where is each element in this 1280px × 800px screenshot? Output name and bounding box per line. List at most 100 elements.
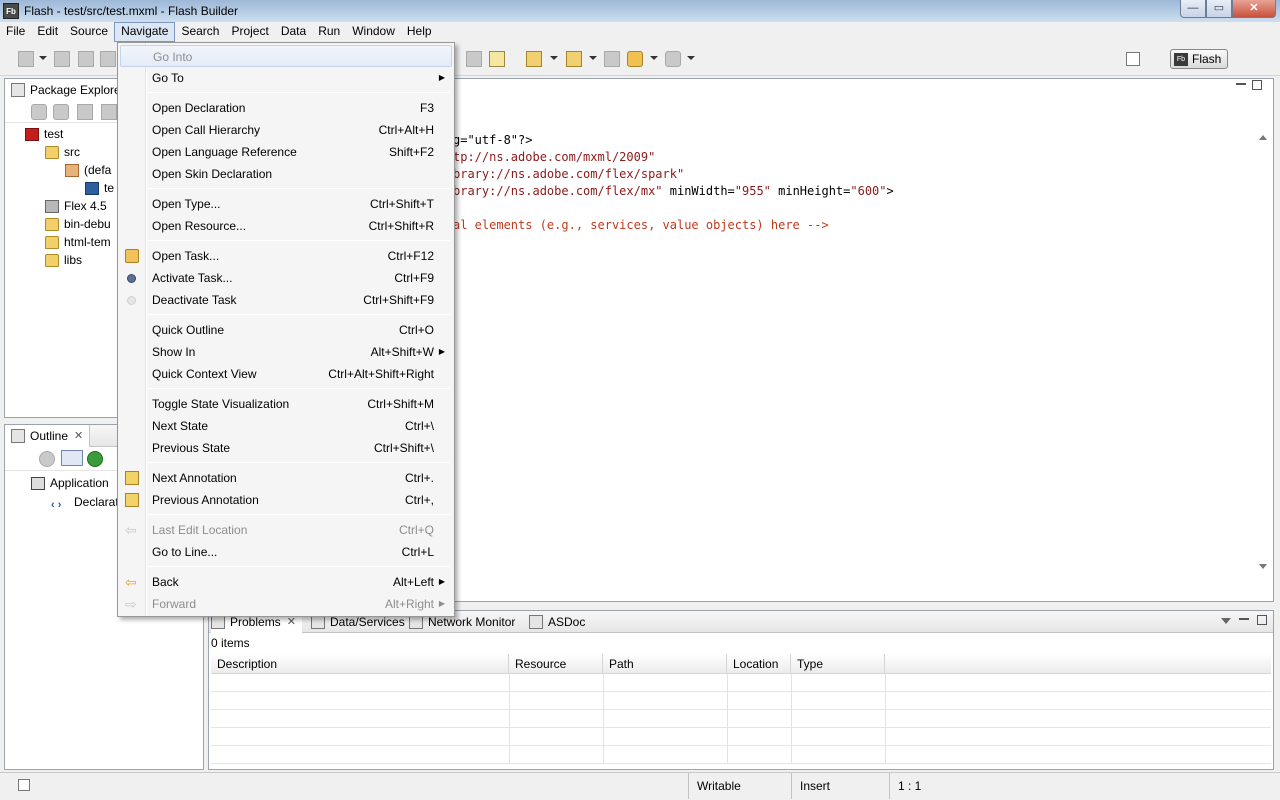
menu-item-open-declaration[interactable]: Open Declaration F3: [120, 97, 452, 119]
menu-item-previous-state[interactable]: Previous State Ctrl+Shift+\: [120, 437, 452, 459]
table-row: [211, 692, 1271, 710]
open-perspective-icon[interactable]: [1126, 52, 1140, 66]
menu-item-deactivate-task[interactable]: Deactivate Task Ctrl+Shift+F9: [120, 289, 452, 311]
menu-item-toggle-state-visualization[interactable]: Toggle State Visualization Ctrl+Shift+M: [120, 393, 452, 415]
tree-item-html-tem[interactable]: html-tem: [45, 233, 111, 251]
maximize-button[interactable]: ▭: [1206, 0, 1232, 18]
outline-tab[interactable]: Outline ✕: [5, 424, 91, 447]
column-resource[interactable]: Resource: [509, 654, 603, 674]
link-with-editor-icon[interactable]: [101, 104, 117, 120]
new-icon[interactable]: [18, 51, 34, 67]
menu-file[interactable]: File: [0, 22, 31, 42]
menu-separator: [148, 314, 450, 315]
menu-item-quick-context-view[interactable]: Quick Context View Ctrl+Alt+Shift+Right: [120, 363, 452, 385]
back-dropdown-icon[interactable]: [650, 56, 658, 60]
menu-help[interactable]: Help: [401, 22, 438, 42]
view-menu-icon[interactable]: [1221, 618, 1231, 624]
close-button[interactable]: ✕: [1232, 0, 1276, 18]
maximize-editor-icon[interactable]: [1252, 80, 1262, 90]
menu-item-next-annotation[interactable]: Next Annotation Ctrl+.: [120, 467, 452, 489]
collapse-all-icon[interactable]: [77, 104, 93, 120]
tree-item-te[interactable]: te: [85, 179, 114, 197]
menu-item-back[interactable]: ⇦ Back Alt+Left ▶: [120, 571, 452, 593]
scroll-down-icon[interactable]: [1259, 564, 1267, 569]
back-toolbar-icon[interactable]: [627, 51, 643, 67]
menu-item-go-to[interactable]: Go To ▶: [120, 67, 452, 89]
menu-item-open-resource[interactable]: Open Resource... Ctrl+Shift+R: [120, 215, 452, 237]
previous-annotation-dropdown-icon[interactable]: [589, 56, 597, 60]
mxml-file-icon: [85, 181, 99, 195]
minimize-button[interactable]: —: [1180, 0, 1206, 18]
menu-search[interactable]: Search: [175, 22, 225, 42]
next-annotation-toolbar-icon[interactable]: [526, 51, 542, 67]
previous-annotation-toolbar-icon[interactable]: [566, 51, 582, 67]
minimize-problems-icon[interactable]: [1239, 618, 1249, 620]
menu-edit[interactable]: Edit: [31, 22, 64, 42]
forward-toolbar-icon[interactable]: [665, 51, 681, 67]
menu-item-activate-task[interactable]: Activate Task... Ctrl+F9: [120, 267, 452, 289]
tree-item-libs[interactable]: libs: [45, 251, 82, 269]
tree-item-defa[interactable]: (defa: [65, 161, 111, 179]
outline-item-application[interactable]: Application: [31, 474, 109, 492]
tree-back-icon[interactable]: [31, 104, 47, 120]
forward-dropdown-icon[interactable]: [687, 56, 695, 60]
menu-navigate[interactable]: Navigate: [114, 22, 176, 42]
tree-item-bin-debu[interactable]: bin-debu: [45, 215, 111, 233]
minimize-editor-icon[interactable]: [1236, 83, 1246, 85]
save-icon[interactable]: [54, 51, 70, 67]
menu-data[interactable]: Data: [275, 22, 312, 42]
next-annotation-dropdown-icon[interactable]: [550, 56, 558, 60]
menu-run[interactable]: Run: [312, 22, 346, 42]
save-all-icon[interactable]: [78, 51, 94, 67]
menu-item-shortcut: Alt+Shift+W: [370, 345, 434, 359]
maximize-problems-icon[interactable]: [1257, 615, 1267, 625]
menu-source[interactable]: Source: [64, 22, 114, 42]
mark-occurrences-icon[interactable]: [489, 51, 505, 67]
code-token: "600": [850, 184, 887, 198]
refresh-outline-icon[interactable]: [87, 451, 103, 467]
scroll-up-icon[interactable]: [1259, 135, 1267, 140]
tree-item-test[interactable]: test: [25, 125, 63, 143]
tree-forward-icon[interactable]: [53, 104, 69, 120]
editor-vertical-scrollbar[interactable]: [1255, 131, 1271, 577]
flash-perspective-button[interactable]: Fb Flash: [1170, 49, 1228, 69]
new-dropdown-icon[interactable]: [39, 56, 47, 60]
show-tags-icon[interactable]: [61, 450, 83, 466]
menu-item-open-type[interactable]: Open Type... Ctrl+Shift+T: [120, 193, 452, 215]
column-path[interactable]: Path: [603, 654, 727, 674]
close-outline-icon[interactable]: ✕: [74, 429, 83, 442]
show-whitespace-icon[interactable]: [466, 51, 482, 67]
menu-item-open-skin-declaration[interactable]: Open Skin Declaration: [120, 163, 452, 185]
outline-item-declarat[interactable]: ‹ › Declarat: [51, 493, 119, 511]
menu-window[interactable]: Window: [346, 22, 401, 42]
menu-project[interactable]: Project: [225, 22, 274, 42]
package-icon: [65, 163, 79, 177]
menu-item-shortcut: Ctrl+Alt+Shift+Right: [328, 367, 434, 381]
tree-item-label: (defa: [84, 163, 112, 177]
menu-item-open-task[interactable]: Open Task... Ctrl+F12: [120, 245, 452, 267]
package-explorer-tab[interactable]: Package Explorer: [5, 78, 132, 101]
column-description[interactable]: Description: [211, 654, 509, 674]
menu-item-next-state[interactable]: Next State Ctrl+\: [120, 415, 452, 437]
tab-label: ASDoc: [548, 615, 586, 629]
outline-filter-icon[interactable]: [39, 451, 55, 467]
menu-item-quick-outline[interactable]: Quick Outline Ctrl+O: [120, 319, 452, 341]
tab-asdoc[interactable]: ASDoc: [529, 611, 585, 633]
print-icon[interactable]: [100, 51, 116, 67]
column-separator: [727, 746, 728, 764]
column-location[interactable]: Location: [727, 654, 791, 674]
menu-item-previous-annotation[interactable]: Previous Annotation Ctrl+,: [120, 489, 452, 511]
fast-view-icon[interactable]: [18, 779, 30, 791]
menu-item-show-in[interactable]: Show In Alt+Shift+W ▶: [120, 341, 452, 363]
menu-item-open-language-reference[interactable]: Open Language Reference Shift+F2: [120, 141, 452, 163]
menu-item-label: Toggle State Visualization: [152, 397, 290, 411]
tree-item-src[interactable]: src: [45, 143, 80, 161]
menu-item-label: Go Into: [153, 50, 193, 64]
menu-item-go-to-line[interactable]: Go to Line... Ctrl+L: [120, 541, 452, 563]
column-type[interactable]: Type: [791, 654, 885, 674]
menu-item-shortcut: Ctrl+Shift+R: [368, 219, 434, 233]
tree-item-flex-4-5[interactable]: Flex 4.5: [45, 197, 107, 215]
last-edit-location-icon[interactable]: [604, 51, 620, 67]
network-monitor-icon: [409, 615, 423, 629]
menu-item-open-call-hierarchy[interactable]: Open Call Hierarchy Ctrl+Alt+H: [120, 119, 452, 141]
